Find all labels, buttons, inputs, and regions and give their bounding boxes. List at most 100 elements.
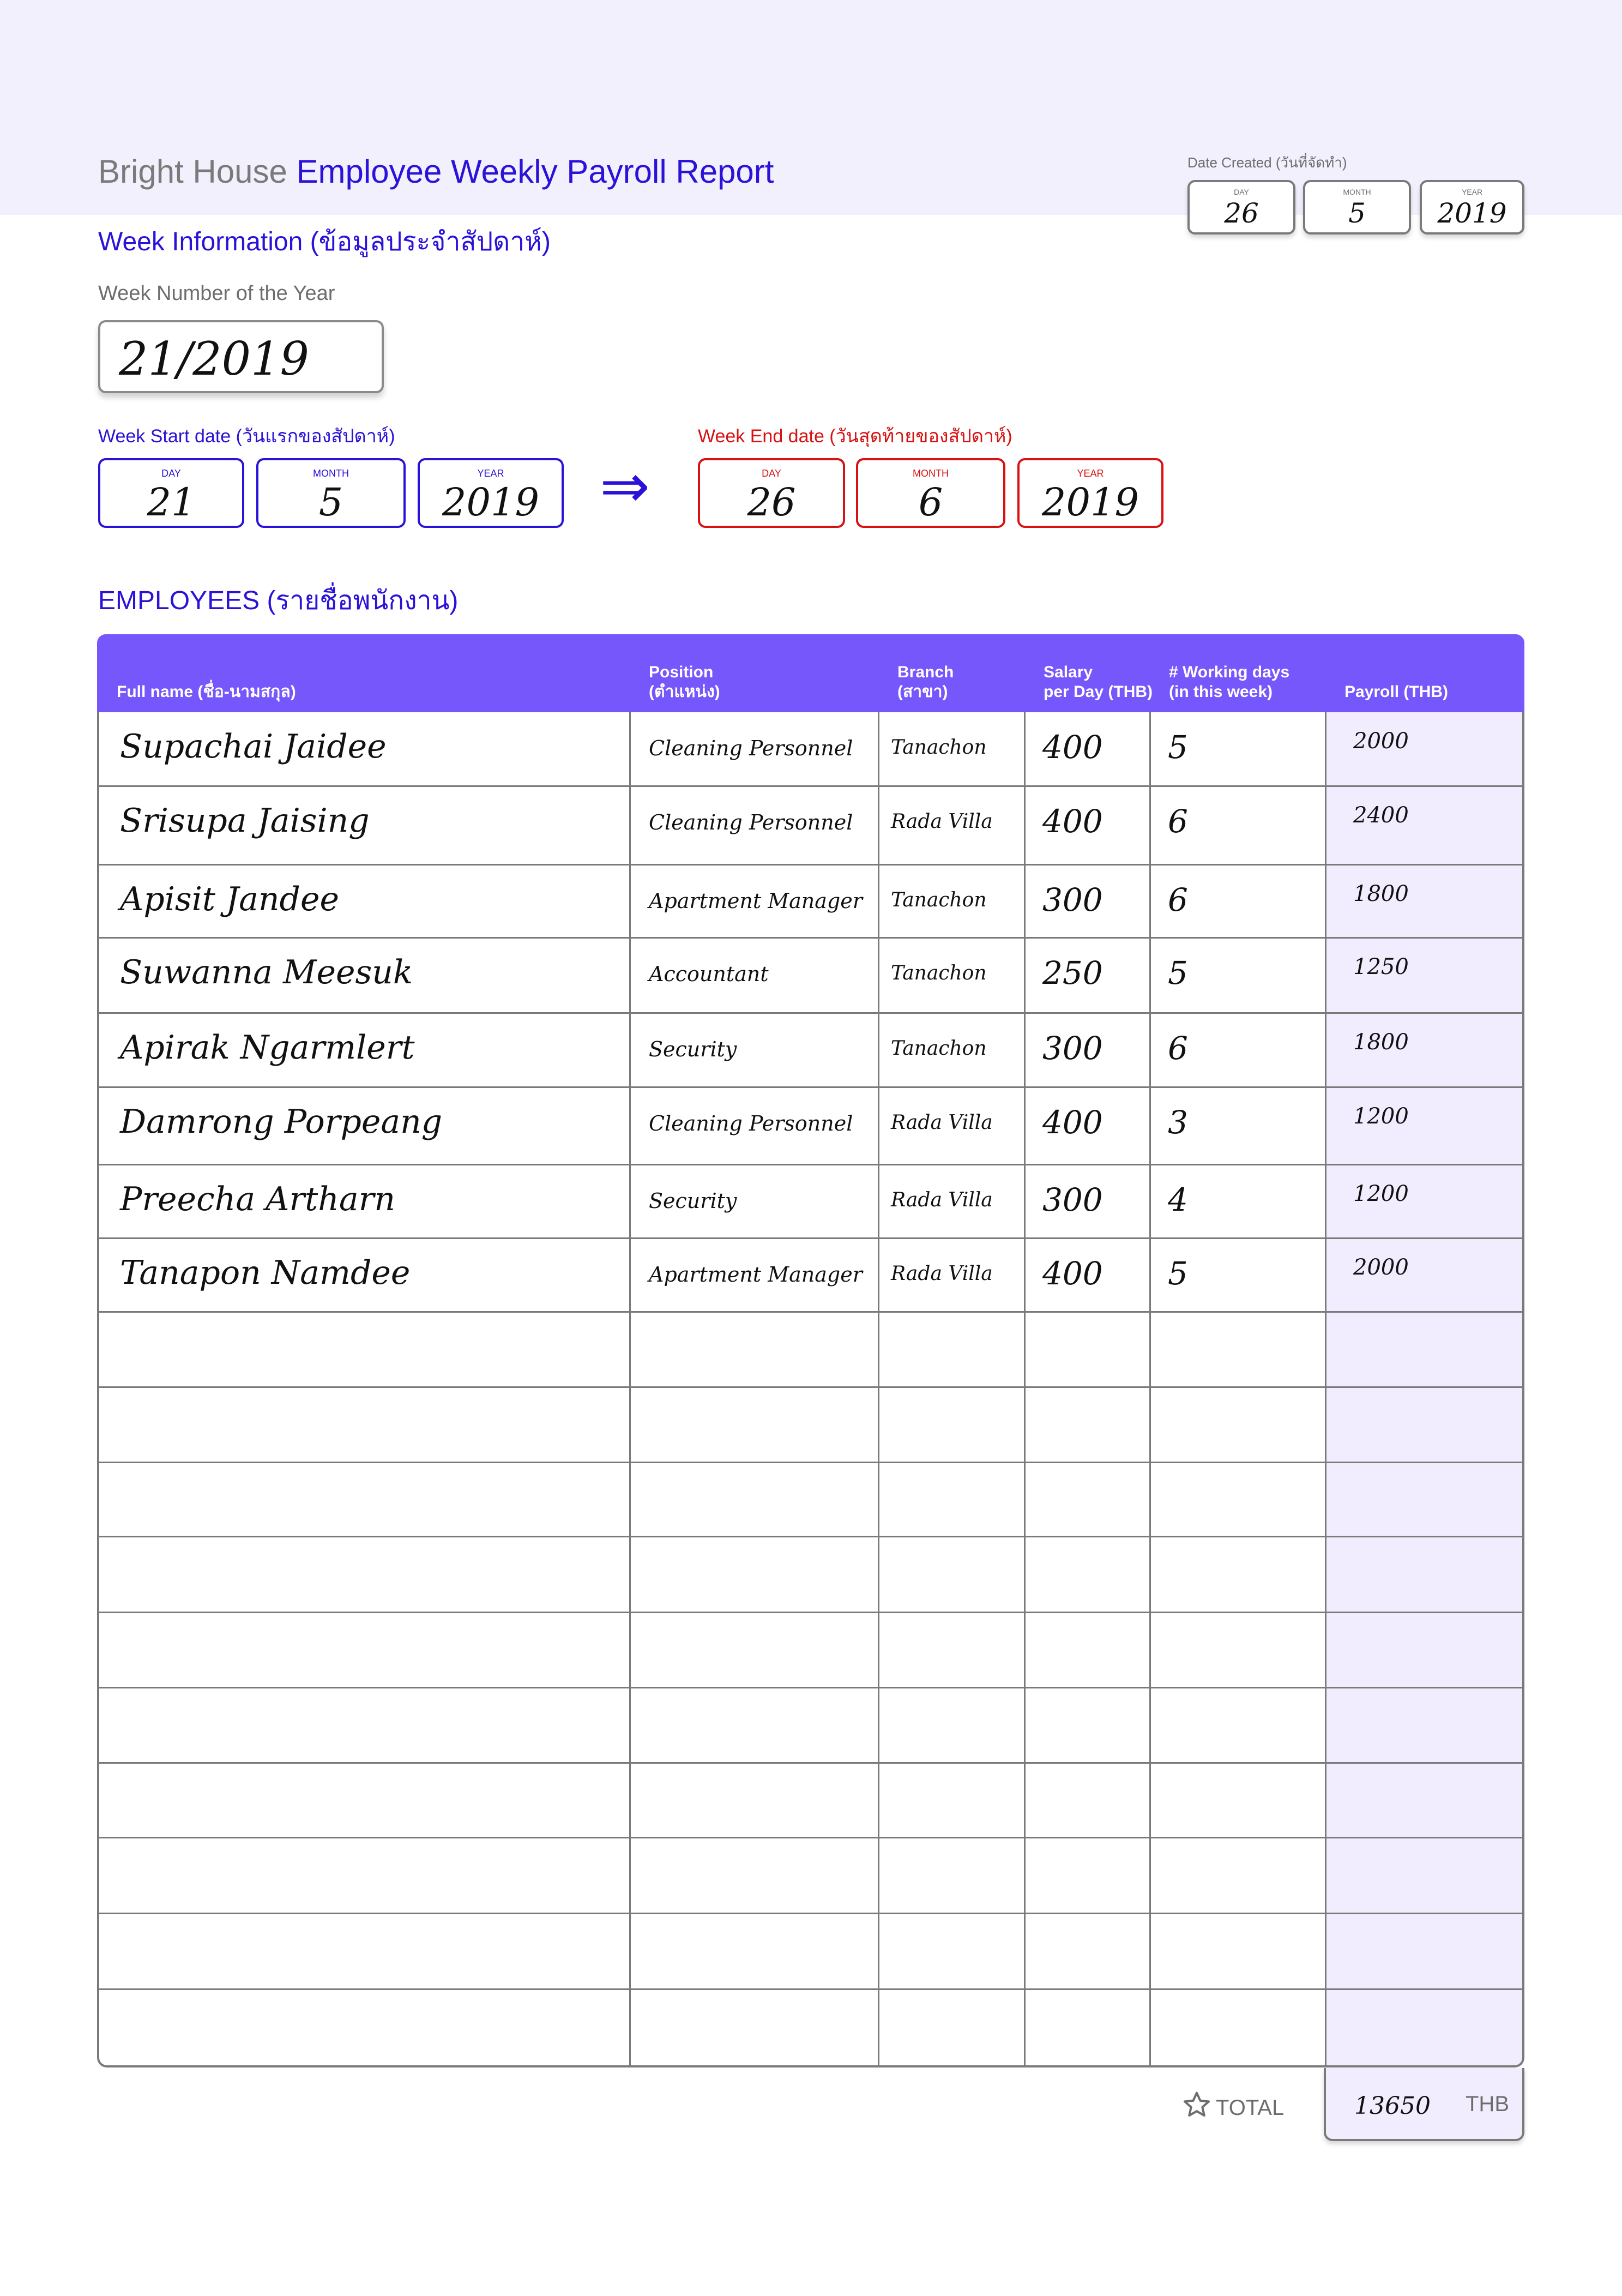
table-row[interactable] <box>99 1613 1522 1688</box>
week-start-month-field[interactable]: MONTH 5 <box>256 458 406 528</box>
cell-name[interactable]: Preecha Artharn <box>120 1180 395 1218</box>
cell-position[interactable]: Apartment Manager <box>649 1263 863 1287</box>
week-info-heading: Week Information (ข้อมูลประจำสัปดาห์) <box>98 227 551 256</box>
cell-branch[interactable]: Rada Villa <box>891 1263 993 1285</box>
table-row[interactable]: Srisupa Jaising Cleaning Personnel Rada Vi… <box>99 786 1522 862</box>
cell-days[interactable]: 5 <box>1168 1255 1188 1292</box>
cell-days[interactable]: 5 <box>1168 954 1188 991</box>
table-row[interactable] <box>99 1688 1522 1763</box>
cell-payroll[interactable]: 1800 <box>1353 1030 1409 1055</box>
total-box: 13650 THB <box>1324 2068 1524 2141</box>
cell-name[interactable]: Apisit Jandee <box>120 880 339 918</box>
cell-payroll[interactable]: 1200 <box>1353 1181 1409 1206</box>
cell-salary[interactable]: 400 <box>1042 803 1103 840</box>
week-start-year-field[interactable]: YEAR 2019 <box>418 458 564 528</box>
cell-name[interactable]: Suwanna Meesuk <box>120 953 413 991</box>
cell-days[interactable]: 6 <box>1168 1030 1188 1067</box>
cell-salary[interactable]: 300 <box>1042 1181 1103 1218</box>
cell-salary[interactable]: 250 <box>1042 954 1103 991</box>
month-caption: MONTH <box>1343 188 1371 196</box>
cell-days[interactable]: 6 <box>1168 881 1188 918</box>
total-label-group: TOTAL <box>1182 2090 1284 2125</box>
year-caption: YEAR <box>477 468 504 479</box>
table-row[interactable] <box>99 1990 1522 2065</box>
col-header-position-en: Position <box>649 663 714 681</box>
col-header-branch: Branch (สาขา) <box>897 663 954 702</box>
day-value: 21 <box>147 480 196 525</box>
table-row[interactable]: Apisit Jandee Apartment Manager Tanachon 30… <box>99 865 1522 940</box>
cell-salary[interactable]: 400 <box>1042 1255 1103 1292</box>
table-row[interactable] <box>99 1838 1522 1913</box>
cell-salary[interactable]: 400 <box>1042 1104 1103 1141</box>
page-title: Bright House Employee Weekly Payroll Rep… <box>98 153 774 190</box>
cell-position[interactable]: Cleaning Personnel <box>649 1111 853 1135</box>
table-row[interactable]: Apirak Ngarmlert Security Tanachon 300 6 1800 <box>99 1013 1522 1089</box>
date-created-day-field[interactable]: DAY 26 <box>1187 180 1295 235</box>
col-header-branch-th: (สาขา) <box>897 683 948 701</box>
cell-name[interactable]: Tanapon Namdee <box>120 1254 410 1292</box>
cell-position[interactable]: Cleaning Personnel <box>649 736 853 760</box>
col-header-salary-line2: per Day (THB) <box>1044 683 1153 701</box>
table-row[interactable]: Suwanna Meesuk Accountant Tanachon 250 5 1250 <box>99 938 1522 1013</box>
cell-position[interactable]: Cleaning Personnel <box>649 810 853 834</box>
cell-position[interactable]: Apartment Manager <box>649 889 863 913</box>
table-row[interactable]: Supachai Jaidee Cleaning Personnel Tanacho… <box>99 712 1522 788</box>
cell-salary[interactable]: 300 <box>1042 881 1103 918</box>
cell-branch[interactable]: Tanachon <box>891 1037 987 1060</box>
cell-branch[interactable]: Rada Villa <box>891 1189 993 1211</box>
month-value: 6 <box>918 480 943 525</box>
col-header-days-line2: (in this week) <box>1169 683 1273 701</box>
cell-payroll[interactable]: 1200 <box>1353 1104 1409 1129</box>
week-end-day-field[interactable]: DAY 26 <box>698 458 845 528</box>
cell-branch[interactable]: Tanachon <box>891 962 987 984</box>
star-outline-icon <box>1182 2090 1211 2125</box>
cell-days[interactable]: 5 <box>1168 729 1188 766</box>
week-number-field[interactable]: 21/2019 <box>98 320 384 393</box>
col-header-days-line1: # Working days <box>1169 663 1290 681</box>
cell-name[interactable]: Damrong Porpeang <box>120 1103 442 1141</box>
col-header-position-th: (ตำแหน่ง) <box>649 683 720 701</box>
day-caption: DAY <box>762 468 781 479</box>
cell-branch[interactable]: Tanachon <box>891 889 987 911</box>
cell-salary[interactable]: 400 <box>1042 729 1103 766</box>
cell-payroll[interactable]: 2400 <box>1353 803 1409 828</box>
date-created-month-field[interactable]: MONTH 5 <box>1303 180 1411 235</box>
table-row[interactable] <box>99 1537 1522 1612</box>
date-created-year-field[interactable]: YEAR 2019 <box>1420 180 1524 235</box>
cell-payroll[interactable]: 2000 <box>1353 729 1409 754</box>
date-created-label: Date Created (วันที่จัดทำ) <box>1187 154 1347 171</box>
table-row[interactable]: Tanapon Namdee Apartment Manager Rada Vill… <box>99 1239 1522 1314</box>
table-row[interactable] <box>99 1387 1522 1463</box>
month-caption: MONTH <box>913 468 949 479</box>
cell-payroll[interactable]: 1800 <box>1353 881 1409 906</box>
cell-name[interactable]: Supachai Jaidee <box>120 728 387 766</box>
table-header: Full name (ชื่อ-นามสกุล) Position (ตำแหน… <box>97 634 1524 712</box>
table-row[interactable] <box>99 1463 1522 1538</box>
cell-payroll[interactable]: 1250 <box>1353 954 1409 979</box>
cell-branch[interactable]: Rada Villa <box>891 810 993 833</box>
cell-name[interactable]: Srisupa Jaising <box>120 802 370 840</box>
cell-position[interactable]: Security <box>649 1189 737 1213</box>
cell-days[interactable]: 4 <box>1168 1181 1188 1218</box>
cell-salary[interactable]: 300 <box>1042 1030 1103 1067</box>
week-end-month-field[interactable]: MONTH 6 <box>856 458 1005 528</box>
cell-branch[interactable]: Tanachon <box>891 736 987 759</box>
table-row[interactable] <box>99 1312 1522 1387</box>
cell-days[interactable]: 6 <box>1168 803 1188 840</box>
table-row[interactable] <box>99 1914 1522 1989</box>
week-start-day-field[interactable]: DAY 21 <box>98 458 244 528</box>
cell-branch[interactable]: Rada Villa <box>891 1111 993 1134</box>
table-row[interactable] <box>99 1763 1522 1838</box>
col-header-salary-line1: Salary <box>1044 663 1093 681</box>
table-row[interactable]: Damrong Porpeang Cleaning Personnel Rada V… <box>99 1087 1522 1163</box>
cell-position[interactable]: Accountant <box>649 962 769 986</box>
total-value: 13650 <box>1354 2092 1431 2120</box>
cell-position[interactable]: Security <box>649 1037 737 1061</box>
cell-days[interactable]: 3 <box>1168 1104 1188 1141</box>
cell-payroll[interactable]: 2000 <box>1353 1255 1409 1280</box>
cell-name[interactable]: Apirak Ngarmlert <box>120 1029 415 1067</box>
day-value: 26 <box>747 480 796 525</box>
table-row[interactable]: Preecha Artharn Security Rada Villa 300 4 120… <box>99 1165 1522 1240</box>
week-number-label: Week Number of the Year <box>98 282 335 305</box>
week-end-year-field[interactable]: YEAR 2019 <box>1017 458 1163 528</box>
